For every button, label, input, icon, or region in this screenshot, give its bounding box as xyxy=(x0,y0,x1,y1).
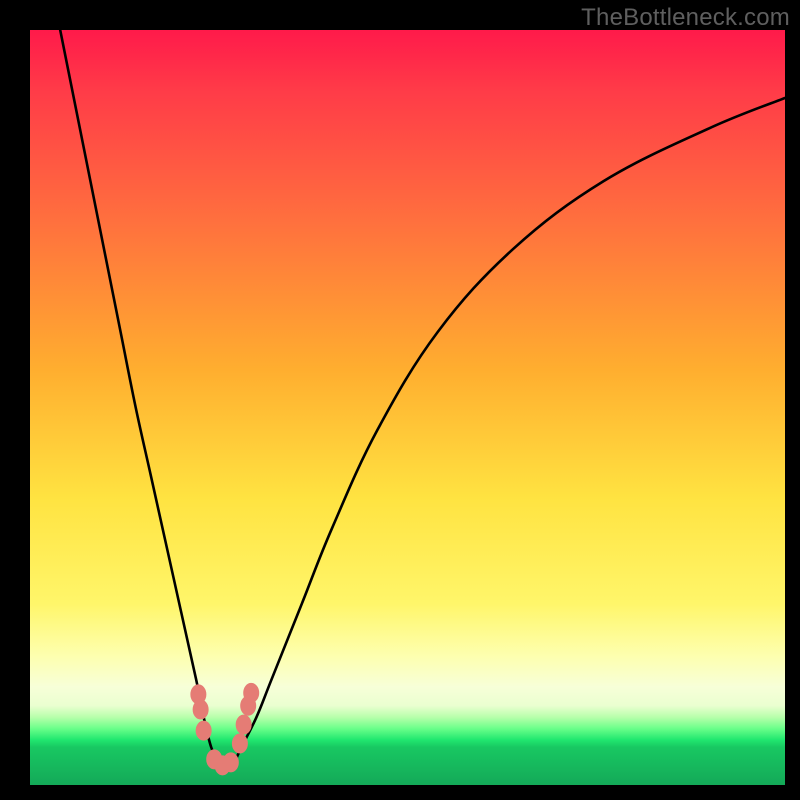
chart-stage: TheBottleneck.com xyxy=(0,0,800,800)
curve-marker xyxy=(193,700,208,719)
watermark-label: TheBottleneck.com xyxy=(581,4,790,32)
curve-marker xyxy=(223,753,238,772)
curve-marker xyxy=(236,715,251,734)
curve-marker xyxy=(196,721,211,740)
plot-area xyxy=(30,30,785,785)
curve-marker xyxy=(244,683,259,702)
bottleneck-curve-svg xyxy=(30,30,785,785)
curve-markers xyxy=(191,683,259,774)
curve-marker xyxy=(232,734,247,753)
bottleneck-curve-line xyxy=(60,30,785,766)
